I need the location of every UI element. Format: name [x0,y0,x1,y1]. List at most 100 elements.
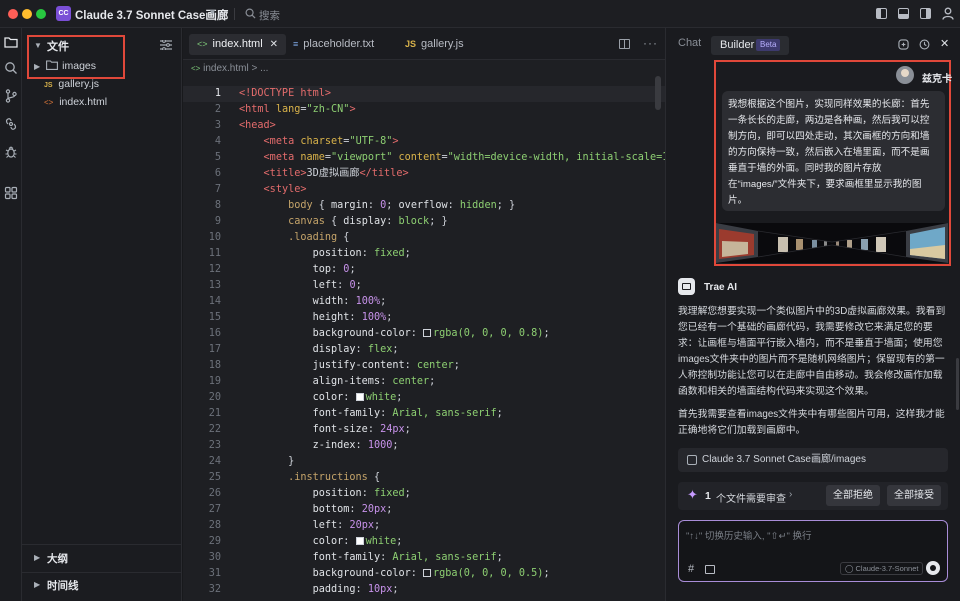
code-text[interactable]: bottom: 20px; [239,502,393,518]
split-editor-icon[interactable] [619,39,630,49]
code-text[interactable]: <html lang="zh-CN"> [239,102,356,118]
toggle-panel-icon[interactable] [898,8,909,19]
extensions-icon[interactable] [3,185,19,201]
send-button[interactable] [926,561,940,575]
tab-index-html[interactable]: <> index.html ✕ [189,34,287,55]
code-text[interactable]: <style> [239,182,307,198]
chat-scrollbar[interactable] [956,358,959,410]
code-text[interactable]: <title>3D虚拟画廊</title> [239,166,409,182]
accept-all-button[interactable]: 全部接受 [887,485,941,506]
code-line[interactable]: 23 z-index: 1000; [183,438,665,454]
editor-scrollbar[interactable] [655,76,661,110]
code-text[interactable]: display: flex; [239,342,399,358]
code-line[interactable]: 4 <meta charset="UTF-8"> [183,134,665,150]
code-text[interactable]: .loading { [239,230,349,246]
code-line[interactable]: 24 } [183,454,665,470]
outline-section[interactable]: 大纲 [47,551,68,566]
tree-item-gallery-js[interactable]: JS gallery.js [44,78,99,94]
maximize-window-button[interactable] [36,9,46,19]
tab-gallery-js[interactable]: JS gallery.js [397,34,472,55]
code-line[interactable]: 13 left: 0; [183,278,665,294]
code-text[interactable]: left: 0; [239,278,362,294]
close-window-button[interactable] [8,9,18,19]
code-line[interactable]: 2 <html lang="zh-CN"> [183,102,665,118]
code-text[interactable]: padding: 10px; [239,582,399,598]
code-line[interactable]: 11 position: fixed; [183,246,665,262]
code-line[interactable]: 6 <title>3D虚拟画廊</title> [183,166,665,182]
code-text[interactable]: top: 0; [239,262,356,278]
chevron-right-icon[interactable]: › [789,489,792,500]
code-line[interactable]: 15 height: 100%; [183,310,665,326]
toggle-sidebar-icon[interactable] [876,8,887,19]
toggle-chat-panel-icon[interactable] [920,8,931,19]
code-line[interactable]: 12 top: 0; [183,262,665,278]
code-text[interactable]: width: 100%; [239,294,387,310]
reference-image[interactable] [716,223,948,263]
code-text[interactable]: .instructions { [239,470,380,486]
bug-icon[interactable] [3,144,19,160]
code-line[interactable]: 26 position: fixed; [183,486,665,502]
tab-chat[interactable]: Chat [678,37,701,49]
chat-input[interactable]: "↑↓" 切换历史输入, "⇧↵" 换行 # ◯ Claude-3.7-Sonn… [678,520,948,582]
explorer-icon[interactable] [3,34,19,50]
code-line[interactable]: 5 <meta name="viewport" content="width=d… [183,150,693,166]
code-line[interactable]: 18 justify-content: center; [183,358,665,374]
close-icon[interactable]: ✕ [940,37,951,50]
code-text[interactable]: color: white; [239,390,403,406]
code-line[interactable]: 22 font-size: 24px; [183,422,665,438]
review-text[interactable]: 个文件需要审查 [716,490,786,505]
code-text[interactable]: z-index: 1000; [239,438,399,454]
code-line[interactable]: 25 .instructions { [183,470,665,486]
minimize-window-button[interactable] [22,9,32,19]
code-line[interactable]: 3 <head> [183,118,665,134]
code-text[interactable]: color: white; [239,534,403,550]
code-line[interactable]: 16 background-color: rgba(0, 0, 0, 0.8); [183,326,665,342]
tab-placeholder-txt[interactable]: ≡ placeholder.txt [285,34,382,55]
code-line[interactable]: 10 .loading { [183,230,665,246]
tree-item-index-html[interactable]: <> index.html [44,96,107,112]
breadcrumb[interactable]: <> index.html > ... [191,63,268,74]
code-line[interactable]: 28 left: 20px; [183,518,665,534]
code-text[interactable]: background-color: rgba(0, 0, 0, 0.8); [239,326,550,342]
code-text[interactable]: font-family: Arial, sans-serif; [239,550,503,566]
code-text[interactable]: <meta name="viewport" content="width=dev… [239,150,693,166]
code-line[interactable]: 14 width: 100%; [183,294,665,310]
code-line[interactable]: 29 color: white; [183,534,665,550]
code-text[interactable]: position: fixed; [239,246,411,262]
code-line[interactable]: 32 padding: 10px; [183,582,665,598]
model-selector[interactable]: ◯ Claude-3.7-Sonnet [840,562,924,575]
collapse-all-icon[interactable] [160,40,172,50]
code-text[interactable]: <head> [239,118,276,134]
chevron-right-icon[interactable]: ▶ [34,580,40,589]
new-chat-icon[interactable] [898,39,909,50]
reject-all-button[interactable]: 全部拒绝 [826,485,880,506]
history-icon[interactable] [919,39,930,50]
code-line[interactable]: 9 canvas { display: block; } [183,214,665,230]
code-line[interactable]: 8 body { margin: 0; overflow: hidden; } [183,198,665,214]
image-upload-icon[interactable] [705,565,715,574]
more-icon[interactable]: ··· [643,36,658,50]
source-control-icon[interactable] [3,88,19,104]
code-line[interactable]: 7 <style> [183,182,665,198]
code-line[interactable]: 17 display: flex; [183,342,665,358]
code-text[interactable]: <!DOCTYPE html> [239,86,331,102]
code-text[interactable]: <meta charset="UTF-8"> [239,134,399,150]
search-icon[interactable] [245,8,256,19]
debug-icon[interactable] [3,116,19,132]
code-text[interactable]: canvas { display: block; } [239,214,448,230]
code-text[interactable]: left: 20px; [239,518,381,534]
chevron-down-icon[interactable]: ▼ [208,7,217,17]
code-line[interactable]: 27 bottom: 20px; [183,502,665,518]
code-line[interactable]: 19 align-items: center; [183,374,665,390]
code-text[interactable]: font-family: Arial, sans-serif; [239,406,503,422]
code-line[interactable]: 20 color: white; [183,390,665,406]
search-input[interactable]: 搜索 [259,8,280,23]
code-text[interactable]: background-color: rgba(0, 0, 0, 0.5); [239,566,550,582]
code-text[interactable]: align-items: center; [239,374,436,390]
code-line[interactable]: 1 <!DOCTYPE html> [183,86,665,102]
timeline-section[interactable]: 时间线 [47,578,79,593]
code-text[interactable]: position: fixed; [239,486,411,502]
code-text[interactable]: body { margin: 0; overflow: hidden; } [239,198,515,214]
code-text[interactable]: } [239,454,294,470]
chevron-right-icon[interactable]: ▶ [34,553,40,562]
